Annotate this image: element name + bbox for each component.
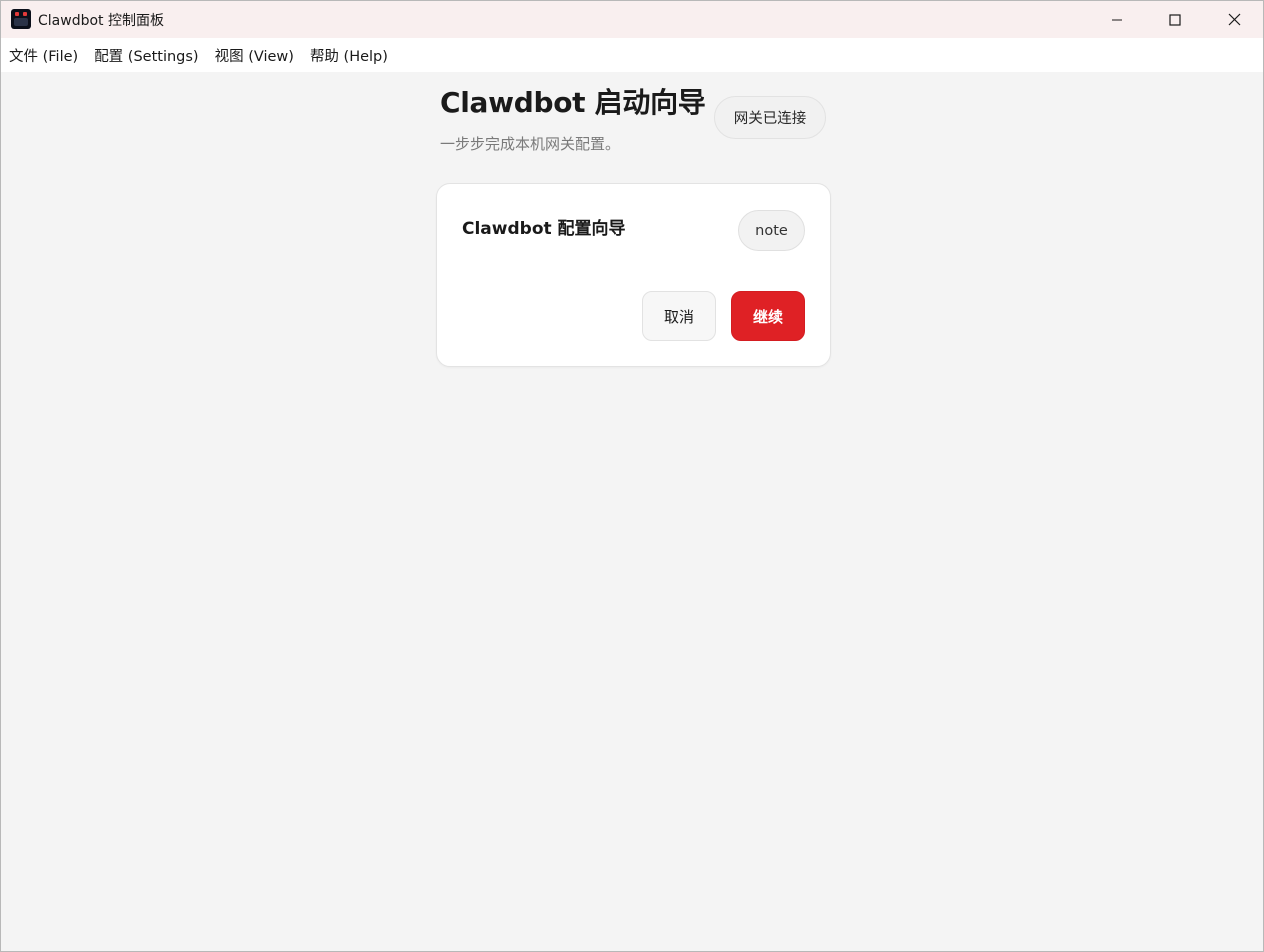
continue-button[interactable]: 继续 (731, 291, 805, 341)
menu-file[interactable]: 文件 (File) (9, 45, 78, 66)
window-title: Clawdbot 控制面板 (38, 13, 164, 29)
note-badge: note (738, 210, 805, 251)
minimize-button[interactable] (1088, 1, 1146, 38)
app-window: Clawdbot 控制面板 文件 (File) 配置 (Settings) 视图… (0, 0, 1264, 952)
menu-view[interactable]: 视图 (View) (215, 45, 294, 66)
setup-wizard-card: Clawdbot 配置向导 note 取消 继续 (436, 183, 831, 367)
maximize-icon (1169, 13, 1181, 26)
card-title: Clawdbot 配置向导 (462, 219, 626, 239)
minimize-icon (1112, 19, 1122, 20)
menu-bar: 文件 (File) 配置 (Settings) 视图 (View) 帮助 (He… (1, 38, 1263, 72)
cancel-button[interactable]: 取消 (642, 291, 716, 341)
close-icon (1228, 13, 1240, 26)
gateway-status-badge: 网关已连接 (714, 96, 826, 139)
maximize-button[interactable] (1146, 1, 1204, 38)
close-button[interactable] (1205, 1, 1263, 38)
clawdbot-app-icon (11, 9, 31, 29)
menu-settings[interactable]: 配置 (Settings) (94, 45, 198, 66)
page-title: Clawdbot 启动向导 (440, 86, 706, 119)
title-bar[interactable]: Clawdbot 控制面板 (1, 1, 1263, 38)
page-subtitle: 一步步完成本机网关配置。 (440, 135, 621, 153)
menu-help[interactable]: 帮助 (Help) (310, 45, 388, 66)
